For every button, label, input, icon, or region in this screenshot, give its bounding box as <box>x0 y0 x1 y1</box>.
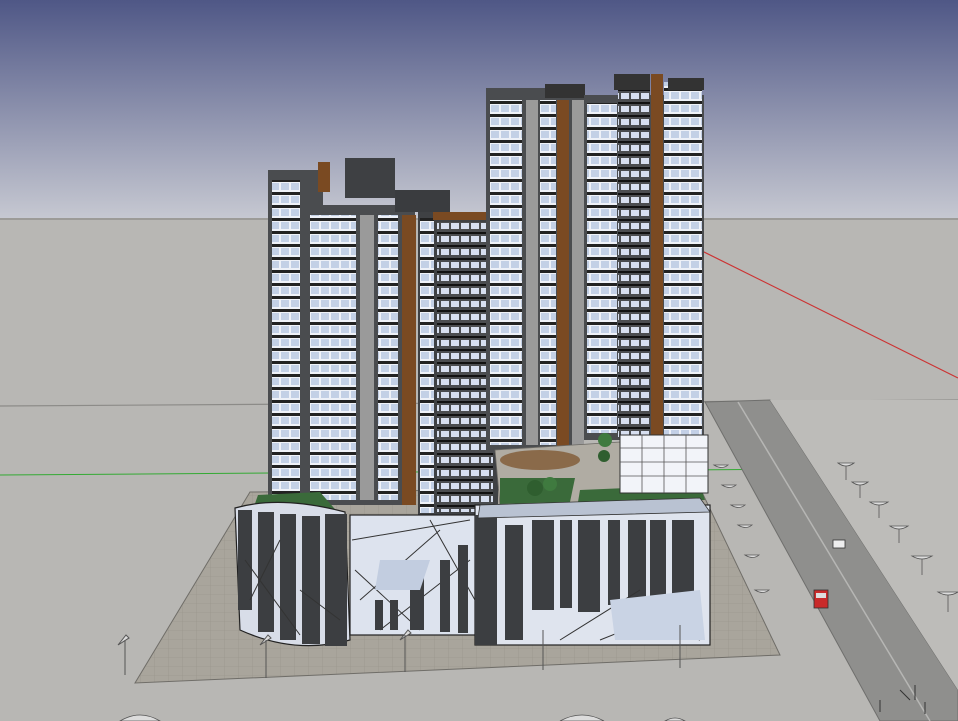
curved-podium-left[interactable] <box>234 501 351 647</box>
parked-car-white <box>832 539 846 549</box>
right-tower-b[interactable] <box>584 74 704 440</box>
architectural-model-viewport[interactable] <box>0 0 958 721</box>
podium-front-block[interactable] <box>349 514 481 636</box>
sky <box>0 0 958 220</box>
glass-pavilion[interactable] <box>619 434 709 494</box>
right-tower-a[interactable] <box>486 84 585 453</box>
parked-car-red <box>813 589 829 609</box>
podium-right-block[interactable] <box>474 497 711 646</box>
